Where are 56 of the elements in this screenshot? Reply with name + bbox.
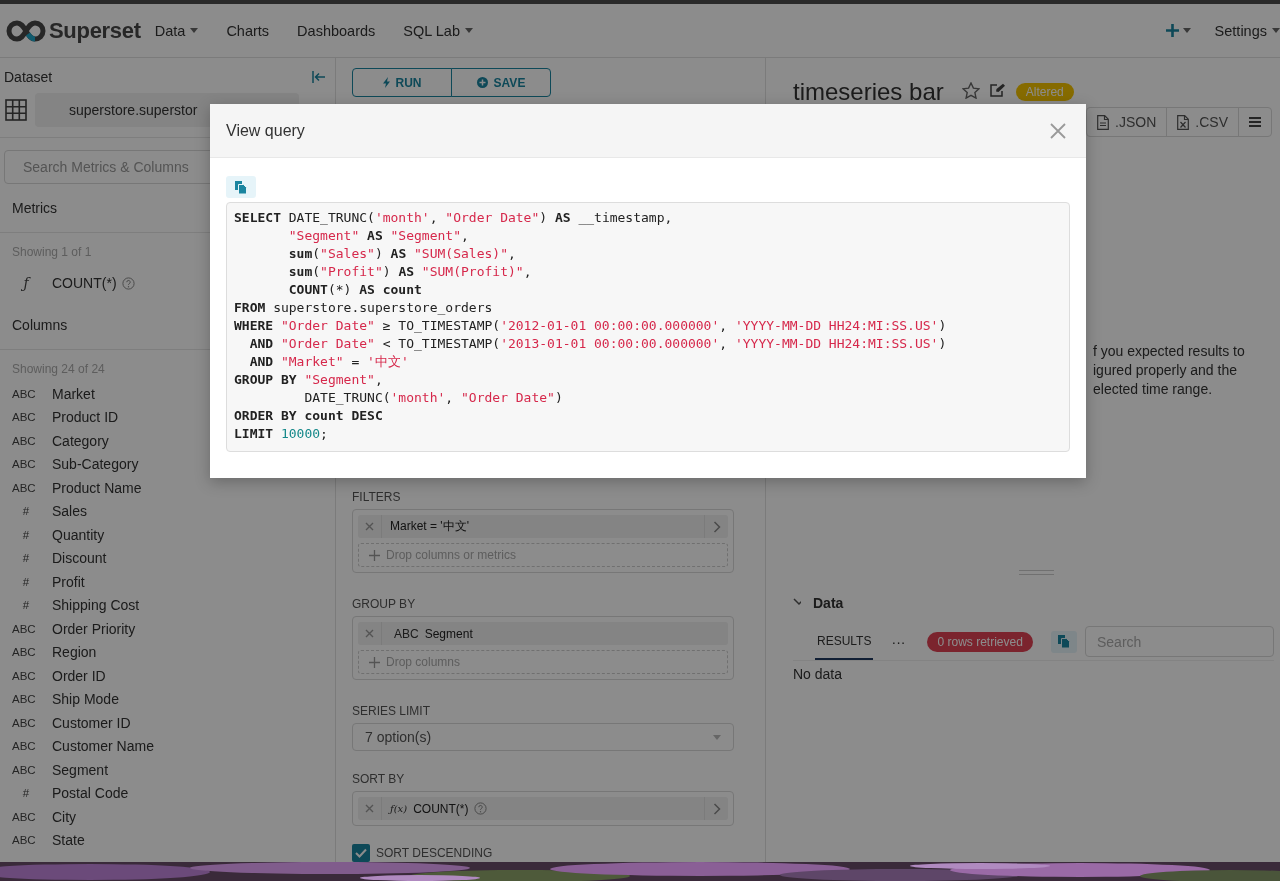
type-label: ABC xyxy=(12,669,37,682)
checkbox-label: SORT DESCENDING xyxy=(376,846,493,860)
chart-title: timeseries bar xyxy=(793,78,944,106)
section-title: Columns xyxy=(12,317,68,333)
code-line: DATE_TRUNC('month', "Order Date") xyxy=(303,389,563,407)
type-label: # xyxy=(21,505,31,518)
code-line: LIMIT 10000; xyxy=(234,425,328,443)
type-label: # xyxy=(21,599,31,612)
pill-label: COUNT(*) xyxy=(413,801,469,816)
type-label: # xyxy=(21,575,31,588)
type-label: ABC xyxy=(12,622,37,635)
code-line: COUNT(*) AS count xyxy=(287,281,422,299)
type-label: ƒ xyxy=(20,275,32,291)
code-line: ORDER BY count DESC xyxy=(234,407,383,425)
type-label: # xyxy=(21,552,31,565)
type-label: ABC xyxy=(394,626,419,641)
control-label: GROUP BY xyxy=(352,597,417,611)
brand-name: Superset xyxy=(49,17,141,44)
status-badge: 0 rows retrieved xyxy=(927,631,1033,652)
code-line: sum("Sales") AS "SUM(Sales)", xyxy=(287,245,516,263)
control-label: FILTERS xyxy=(352,490,402,504)
type-label: ABC xyxy=(12,458,37,471)
panel-title: Dataset xyxy=(4,69,53,85)
control-label: SERIES LIMIT xyxy=(352,704,432,718)
control-label: SORT BY xyxy=(352,772,406,786)
section-title: Metrics xyxy=(12,200,58,216)
type-label: # xyxy=(21,528,31,541)
type-label: ƒ(x) xyxy=(390,803,408,814)
code-line: AND "Order Date" < TO_TIMESTAMP('2013-01-01 00:00:00.000000', 'YYYY-MM-DD HH24:MI:SS.US') xyxy=(248,335,947,353)
type-label: ABC xyxy=(12,693,37,706)
pill-label: Segment xyxy=(424,626,473,641)
type-label: ABC xyxy=(12,834,37,847)
type-label: ABC xyxy=(12,481,37,494)
type-label: ABC xyxy=(12,810,37,823)
type-label: # xyxy=(21,787,31,800)
status-badge: Altered xyxy=(1015,83,1074,101)
code-line: GROUP BY "Segment", xyxy=(234,371,383,389)
type-label: ABC xyxy=(12,763,37,776)
type-label: ABC xyxy=(12,740,37,753)
type-label: ABC xyxy=(12,716,37,729)
code-line: "Segment" AS "Segment", xyxy=(287,227,469,245)
code-line: WHERE "Order Date" ≥ TO_TIMESTAMP('2012-01-01 00:00:00.000000', 'YYYY-MM-DD HH24:MI:SS.US') xyxy=(234,317,947,335)
type-label: ABC xyxy=(12,411,37,424)
code-line: FROM superstore.superstore_orders xyxy=(234,299,493,317)
type-label: ABC xyxy=(12,646,37,659)
section-title: Data xyxy=(813,595,844,611)
type-label: ABC xyxy=(12,434,37,447)
pill-label: Market = '中文' xyxy=(390,518,469,535)
message-text: f you expected results to xyxy=(1093,342,1246,361)
message-text: elected time range. xyxy=(1093,380,1214,399)
code-line: SELECT DATE_TRUNC('month', "Order Date") AS __timestamp, xyxy=(234,209,673,227)
code-line: sum("Profit") AS "SUM(Profit)", xyxy=(287,263,532,281)
type-label: ABC xyxy=(12,387,37,400)
empty-message: No data xyxy=(793,666,844,682)
code-line: AND "Market" = '中文' xyxy=(248,353,409,371)
message-text: igured properly and the xyxy=(1093,361,1238,380)
